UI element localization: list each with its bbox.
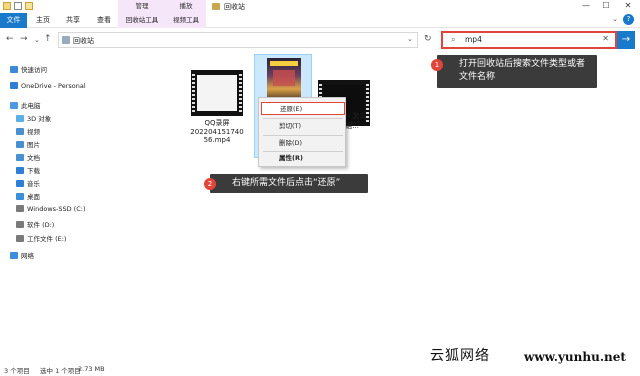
nav-downloads[interactable]: 下载 [16,165,40,178]
menu-item-properties[interactable]: 属性(R) [261,152,345,165]
nav-videos[interactable]: 视频 [16,126,40,139]
nav-onedrive[interactable]: OneDrive - Personal [10,82,86,95]
tab-home[interactable]: 主页 [31,13,55,28]
video-frame [197,75,237,111]
context-menu: 还原(E) 剪切(T) 删除(D) 属性(R) [258,97,346,167]
recent-dropdown-icon[interactable]: ⌄ [34,36,40,44]
quick-access-checkbox-icon[interactable] [14,2,22,10]
tab-file[interactable]: 文件 [0,13,27,28]
annotation-text: 打开回收站后搜索文件类型或者文件名称 [459,59,586,82]
star-icon [10,66,18,73]
search-icon: ⌕ [451,35,456,44]
music-icon [16,180,24,187]
tab-recycle-bin-tools[interactable]: 回收站工具 [118,13,166,28]
maximize-button[interactable]: ☐ [598,0,614,13]
search-value[interactable]: mp4 [465,35,482,44]
refresh-icon[interactable]: ↻ [424,34,432,44]
close-button[interactable]: ✕ [620,0,636,13]
address-dropdown-icon[interactable]: ⌄ [407,35,413,43]
tab-share[interactable]: 共享 [59,13,87,28]
menu-divider [263,135,343,136]
recycle-bin-icon [212,3,220,10]
download-icon [16,167,24,174]
watermark-url: www.yunhu.net [524,350,626,364]
help-button[interactable]: ? [623,14,634,25]
menu-divider [263,118,343,119]
file-item-1[interactable]: QQ录屏202204151740 56.mp4 [182,118,252,144]
nav-documents[interactable]: 文档 [16,152,40,165]
computer-icon [10,102,18,109]
nav-network[interactable]: 网络 [10,250,34,263]
video-thumbnail[interactable] [191,70,243,116]
nav-music[interactable]: 音乐 [16,178,40,191]
title-bar: 管理 播放 回收站 — ☐ ✕ [0,0,640,13]
context-group-manage: 管理 [118,0,166,13]
address-bar[interactable]: 回收站 ⌄ [58,32,418,48]
breadcrumb[interactable]: 回收站 [73,36,94,46]
nav-desktop[interactable]: 桌面 [16,191,40,204]
recycle-bin-small-icon [62,36,70,44]
desktop-icon [16,193,24,200]
back-arrow-icon[interactable]: ← [6,34,14,44]
up-arrow-icon[interactable]: ↑ [44,34,52,44]
menu-item-cut[interactable]: 剪切(T) [261,120,345,133]
context-group-play: 播放 [166,0,206,13]
picture-icon [16,141,24,148]
nav-drive-c[interactable]: Windows-SSD (C:) [16,205,85,218]
nav-quick-access[interactable]: 快速访问 [10,64,47,77]
selected-count: 选中 1 个项目 [40,367,81,375]
nav-pictures[interactable]: 图片 [16,139,40,152]
clear-search-icon[interactable]: ✕ [602,34,609,43]
tab-view[interactable]: 查看 [90,13,118,28]
menu-item-restore[interactable]: 还原(E) [261,102,345,115]
network-icon [10,252,18,259]
ribbon-expand-icon[interactable]: ⌄ [612,15,618,23]
minimize-button[interactable]: — [578,0,594,13]
drive-icon [16,221,24,228]
nav-drive-e[interactable]: 工作文件 (E:) [16,233,66,246]
nav-3d-objects[interactable]: 3D 对象 [16,113,51,126]
quick-access-properties-icon[interactable] [3,2,11,10]
forward-arrow-icon[interactable]: → [20,34,28,44]
window-title: 回收站 [224,3,245,11]
annotation-callout-2: 2 右键所需文件后点击“还原” [204,174,368,193]
search-go-button[interactable]: → [617,31,635,49]
drive-icon [16,235,24,242]
nav-this-pc[interactable]: 此电脑 [10,100,41,113]
cloud-icon [10,82,18,89]
navigation-pane: 快速访问 OneDrive - Personal 此电脑 3D 对象 视频 图片… [0,56,100,356]
annotation-text: 右键所需文件后点击“还原” [232,178,341,188]
step-number-badge: 2 [204,178,216,190]
tab-video-tools[interactable]: 视频工具 [166,13,206,28]
video-poster-thumbnail[interactable] [267,58,301,102]
document-icon [16,154,24,161]
selected-size: 2.73 MB [78,365,105,373]
item-count: 3 个项目 [4,367,30,375]
cube-icon [16,115,24,122]
search-input[interactable]: ⌕ mp4 ✕ [441,31,617,49]
step-number-badge: 1 [431,59,443,71]
annotation-callout-1: 1 打开回收站后搜索文件类型或者文件名称 [431,55,597,88]
ribbon-tabs: 文件 主页 共享 查看 回收站工具 视频工具 ⌄ ? [0,13,640,28]
menu-item-delete[interactable]: 删除(D) [261,137,345,150]
nav-drive-d[interactable]: 软件 (D:) [16,219,54,232]
video-icon [16,128,24,135]
drive-icon [16,205,24,212]
quick-access-folder-icon[interactable] [25,2,33,10]
